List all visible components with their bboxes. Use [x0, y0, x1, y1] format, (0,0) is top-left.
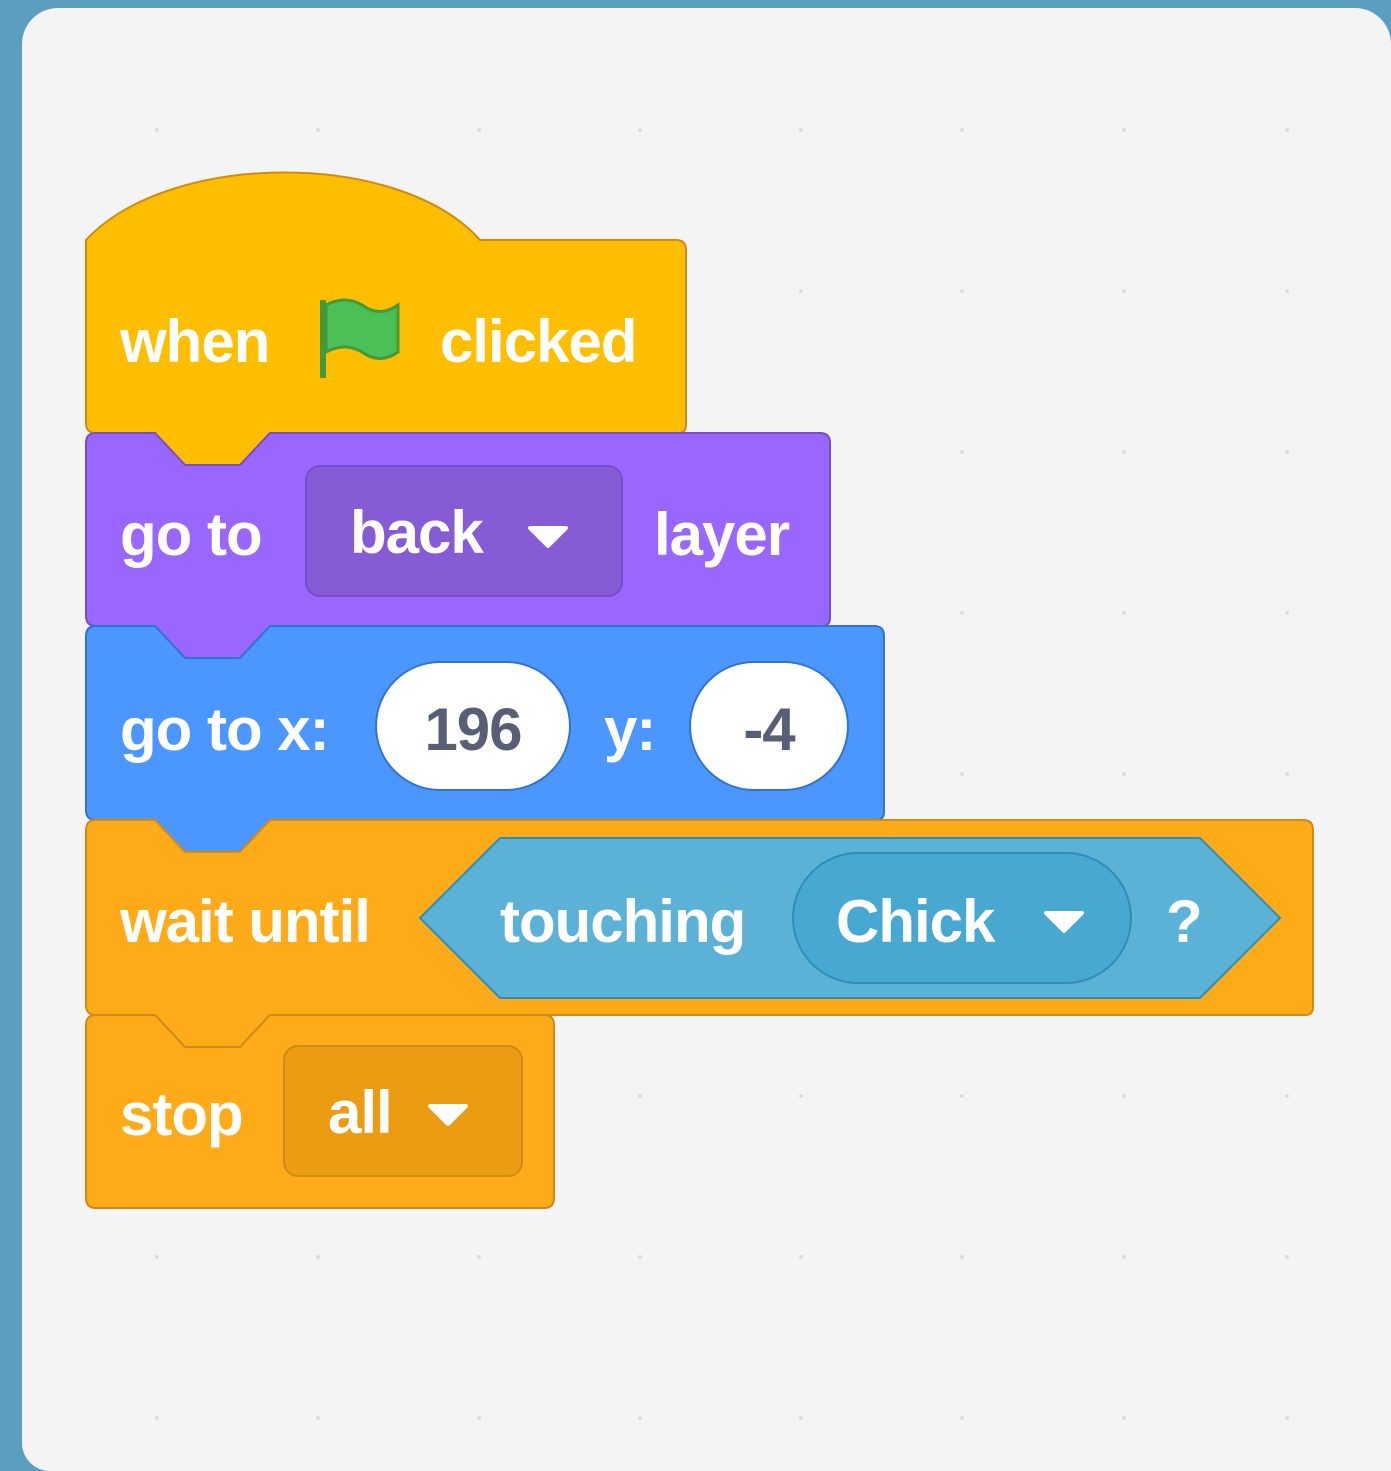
- grid-dot: [638, 1416, 642, 1420]
- touching-condition[interactable]: touching Chick ?: [418, 837, 1282, 999]
- stop-dropdown-value: all: [328, 1079, 392, 1146]
- code-area[interactable]: when clicked go to back layer go to x: 1…: [22, 8, 1391, 1471]
- y-input-value: -4: [743, 696, 796, 763]
- grid-dot: [316, 128, 320, 132]
- grid-dot: [960, 772, 964, 776]
- stop-dropdown[interactable]: all: [283, 1045, 523, 1177]
- grid-dot: [1122, 611, 1126, 615]
- grid-dot: [316, 1416, 320, 1420]
- grid-dot: [1285, 772, 1289, 776]
- when-flag-clicked-block[interactable]: when clicked: [85, 171, 687, 466]
- grid-dot: [638, 128, 642, 132]
- y-input[interactable]: -4: [689, 661, 849, 791]
- question-mark-label: ?: [1166, 888, 1202, 955]
- layer-dropdown-value: back: [350, 499, 484, 566]
- hat-prefix-label: when: [119, 308, 269, 375]
- touching-label: touching: [500, 888, 745, 955]
- grid-dot: [799, 1255, 803, 1259]
- grid-dot: [1122, 1255, 1126, 1259]
- grid-dot: [155, 1255, 159, 1259]
- grid-dot: [638, 1094, 642, 1098]
- stop-block[interactable]: stop all: [85, 1014, 555, 1209]
- grid-dot: [960, 1255, 964, 1259]
- grid-dot: [799, 128, 803, 132]
- grid-dot: [1285, 1416, 1289, 1420]
- grid-dot: [960, 1416, 964, 1420]
- grid-dot: [1122, 772, 1126, 776]
- grid-dot: [477, 128, 481, 132]
- grid-dot: [316, 1255, 320, 1259]
- grid-dot: [638, 1255, 642, 1259]
- grid-dot: [960, 1094, 964, 1098]
- grid-dot: [1285, 128, 1289, 132]
- grid-dot: [960, 611, 964, 615]
- grid-dot: [799, 1094, 803, 1098]
- layer-prefix-label: go to: [120, 501, 262, 568]
- layer-dropdown[interactable]: back: [305, 465, 623, 597]
- layer-suffix-label: layer: [654, 501, 790, 568]
- wait-until-prefix-label: wait until: [119, 888, 370, 955]
- grid-dot: [1122, 1416, 1126, 1420]
- grid-dot: [1285, 611, 1289, 615]
- go-to-layer-block[interactable]: go to back layer: [85, 432, 831, 659]
- sprite-dropdown-value: Chick: [836, 888, 996, 955]
- hat-suffix-label: clicked: [440, 308, 636, 375]
- grid-dot: [799, 289, 803, 293]
- grid-dot: [960, 289, 964, 293]
- grid-dot: [1122, 128, 1126, 132]
- grid-dot: [155, 1416, 159, 1420]
- grid-dot: [477, 1416, 481, 1420]
- grid-dot: [477, 1255, 481, 1259]
- goto-xy-prefix-label: go to x:: [120, 696, 329, 763]
- y-label: y:: [604, 696, 655, 763]
- grid-dot: [960, 450, 964, 454]
- grid-dot: [1285, 450, 1289, 454]
- grid-dot: [960, 128, 964, 132]
- grid-dot: [155, 128, 159, 132]
- grid-dot: [1122, 289, 1126, 293]
- grid-dot: [1122, 450, 1126, 454]
- grid-dot: [1285, 1094, 1289, 1098]
- x-input[interactable]: 196: [375, 661, 571, 791]
- grid-dot: [799, 1416, 803, 1420]
- stop-prefix-label: stop: [120, 1081, 243, 1148]
- go-to-xy-block[interactable]: go to x: 196 y: -4: [85, 625, 885, 853]
- x-input-value: 196: [424, 696, 521, 763]
- grid-dot: [1285, 289, 1289, 293]
- wait-until-block[interactable]: wait until touching Chick ?: [85, 819, 1314, 1048]
- sprite-dropdown[interactable]: Chick: [792, 852, 1132, 984]
- grid-dot: [1122, 1094, 1126, 1098]
- grid-dot: [1285, 1255, 1289, 1259]
